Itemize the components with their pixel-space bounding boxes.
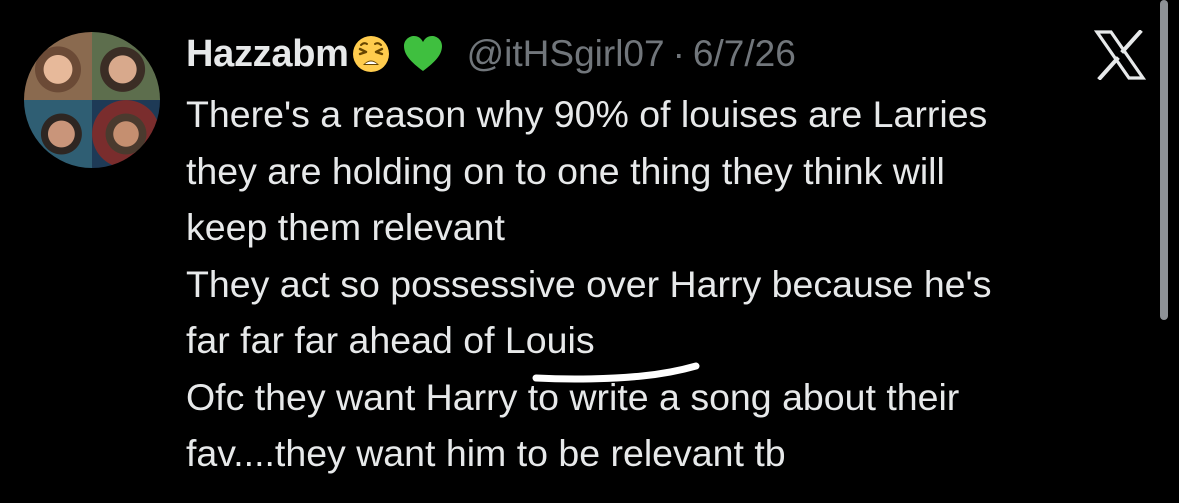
tweet-card: Hazzabm @itHSgirl07 · 6/7/26 There's a r…	[0, 0, 1179, 503]
tweet-line: they are holding on to one thing they th…	[186, 149, 945, 192]
avatar-photo-4	[92, 100, 160, 168]
scrollbar[interactable]	[1160, 0, 1168, 320]
tweet-body: There's a reason why 90% of louises are …	[186, 86, 1146, 482]
avatar-photo-3	[24, 100, 92, 168]
x-logo-icon	[1093, 29, 1147, 81]
tweet-line: There's a reason why 90% of louises are …	[186, 93, 988, 135]
tweet-header: Hazzabm @itHSgirl07 · 6/7/26	[186, 26, 796, 82]
green-heart-emoji-icon	[401, 34, 445, 74]
tweet-date[interactable]: 6/7/26	[693, 33, 796, 75]
avatar[interactable]	[24, 32, 160, 168]
tweet-line: fav....they want him to be relevant tb	[186, 432, 786, 474]
tired-face-emoji-icon	[351, 34, 391, 74]
avatar-photo-1	[24, 32, 92, 100]
display-name[interactable]: Hazzabm	[186, 33, 349, 76]
hand-drawn-underline	[532, 362, 700, 383]
tweet-line: They act so possessive over Harry becaus…	[186, 262, 992, 305]
tweet-line: keep them relevant	[186, 206, 505, 248]
header-separator: ·	[672, 33, 685, 74]
avatar-photo-2	[92, 32, 160, 100]
user-handle[interactable]: @itHSgirl07	[467, 33, 665, 75]
